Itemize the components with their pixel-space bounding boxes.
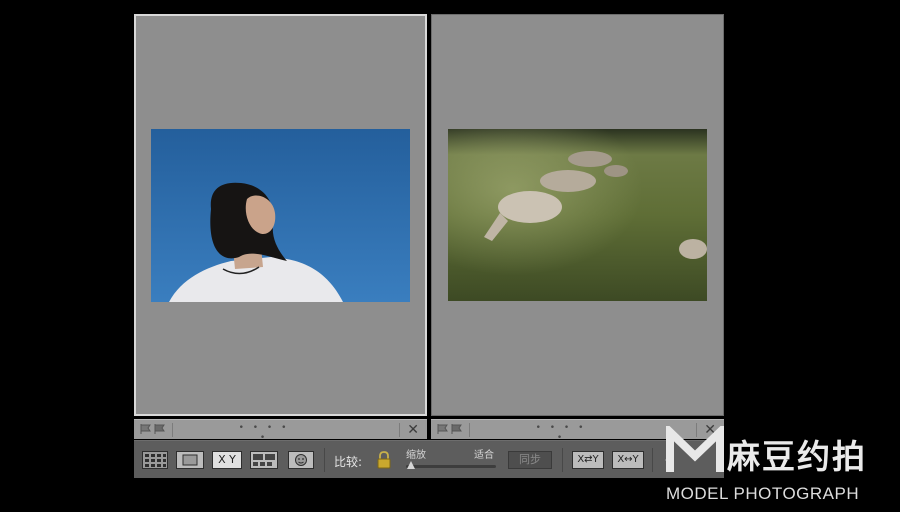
toolbar-divider (652, 448, 653, 472)
fit-label: 适合 (474, 450, 494, 461)
strip-divider (172, 423, 173, 437)
reject-flag-icon[interactable] (154, 424, 166, 434)
face-icon (295, 454, 307, 466)
close-icon[interactable]: ✕ (407, 420, 419, 440)
swap-button[interactable]: X⇄Y (572, 451, 604, 469)
compare-toolbar: X Y 比较: 缩放 适合 同步 X⇄Y X↔Y (134, 440, 724, 478)
compare-view-button[interactable]: X Y (212, 451, 242, 469)
sync-button[interactable]: 同步 (508, 451, 552, 469)
compare-pane-candidate[interactable] (431, 14, 724, 416)
flag-icon[interactable] (437, 424, 449, 434)
lock-icon (377, 451, 391, 469)
reject-flag-icon[interactable] (451, 424, 463, 434)
strip-divider (469, 423, 470, 437)
photo-left-woman[interactable] (151, 129, 410, 302)
zoom-slider-track[interactable] (406, 465, 496, 468)
zoom-label: 缩放 (406, 450, 426, 461)
flag-icon[interactable] (140, 424, 152, 434)
loupe-icon (182, 454, 198, 466)
survey-view-button[interactable] (250, 451, 278, 469)
watermark-subtitle: MODEL PHOTOGRAPH (666, 484, 860, 503)
photo-right-image (448, 129, 707, 301)
people-view-button[interactable] (288, 451, 314, 469)
info-strip-left: • • • • • ✕ (134, 419, 427, 443)
toolbar-divider (324, 448, 325, 472)
toolbar-divider (562, 448, 563, 472)
zoom-slider-thumb[interactable] (407, 461, 415, 469)
m-logo-icon (666, 422, 724, 472)
grid-icon (142, 451, 168, 469)
photo-right-sheep[interactable] (448, 129, 707, 301)
watermark-title: 麻豆约拍 (727, 437, 867, 476)
focus-lock-button[interactable] (376, 450, 392, 470)
compare-label: 比较: (334, 455, 363, 469)
loupe-view-button[interactable] (176, 451, 204, 469)
watermark-logo (666, 422, 724, 480)
strip-divider (399, 423, 400, 437)
compare-pane-select[interactable] (134, 14, 427, 416)
survey-icon (250, 451, 278, 469)
grid-view-button[interactable] (142, 451, 168, 469)
photo-left-image (151, 129, 410, 302)
make-select-button[interactable]: X↔Y (612, 451, 644, 469)
